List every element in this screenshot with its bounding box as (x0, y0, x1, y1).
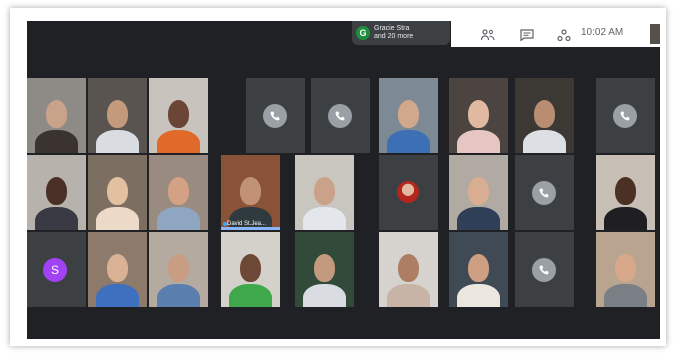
participant-body (457, 207, 500, 230)
participant-body (229, 284, 272, 307)
participant-body (303, 207, 346, 230)
participant-tile[interactable] (88, 155, 147, 230)
participant-face (168, 100, 189, 128)
presentation-chip[interactable]: G Gracie Stra and 20 more (352, 21, 450, 45)
participant-tile[interactable] (88, 232, 147, 307)
participant-tile[interactable] (515, 232, 574, 307)
participant-tile[interactable]: David St.Jea... (221, 155, 280, 230)
participant-tile[interactable] (379, 155, 438, 230)
participant-tile[interactable] (449, 78, 508, 153)
active-speaker-indicator (221, 227, 280, 230)
presenter-text: Gracie Stra and 20 more (374, 25, 413, 41)
participant-body (157, 130, 200, 153)
meet-window: G Gracie Stra and 20 more 10:02 AM David… (27, 21, 660, 339)
participant-tile[interactable] (449, 232, 508, 307)
participant-body (35, 207, 78, 230)
participant-body (457, 284, 500, 307)
top-bar: G Gracie Stra and 20 more 10:02 AM (27, 21, 660, 47)
phone-icon (263, 104, 287, 128)
participant-tile[interactable] (149, 78, 208, 153)
participant-face (107, 100, 128, 128)
participant-tile[interactable] (149, 232, 208, 307)
participant-body (157, 284, 200, 307)
chat-icon[interactable] (520, 28, 534, 42)
participant-face (468, 177, 489, 205)
participant-face (468, 100, 489, 128)
participant-face (615, 254, 636, 282)
presenter-avatar: G (356, 26, 370, 40)
participant-body (35, 130, 78, 153)
participant-body (96, 207, 139, 230)
participant-body (457, 130, 500, 153)
participant-face (615, 177, 636, 205)
phone-icon (532, 258, 556, 282)
participant-face (46, 177, 67, 205)
participant-tile[interactable] (515, 155, 574, 230)
presenter-line1: Gracie Stra (374, 25, 410, 32)
participant-body (604, 284, 647, 307)
participant-tile[interactable] (379, 78, 438, 153)
participant-avatar: S (43, 258, 67, 282)
phone-icon (532, 181, 556, 205)
participant-face (240, 177, 261, 205)
participant-tile[interactable] (596, 232, 655, 307)
participant-body (387, 284, 430, 307)
participant-tile[interactable] (149, 155, 208, 230)
participant-face (107, 177, 128, 205)
participant-tile[interactable] (295, 232, 354, 307)
call-controls: 10:02 AM (451, 21, 660, 47)
phone-icon (328, 104, 352, 128)
participant-tile[interactable] (221, 232, 280, 307)
participant-tile[interactable] (515, 78, 574, 153)
participant-face (314, 254, 335, 282)
participant-body (96, 284, 139, 307)
participant-face (46, 100, 67, 128)
participant-tile[interactable] (246, 78, 305, 153)
participant-face (168, 254, 189, 282)
participant-face (107, 254, 128, 282)
participant-face (398, 100, 419, 128)
participant-face (534, 100, 555, 128)
participant-tile[interactable] (596, 78, 655, 153)
phone-icon (613, 104, 637, 128)
self-view-thumbnail[interactable] (650, 24, 660, 44)
participant-body (303, 284, 346, 307)
participant-body (96, 130, 139, 153)
bottom-bar (27, 309, 660, 339)
participant-tile[interactable] (311, 78, 370, 153)
participant-tile[interactable] (379, 232, 438, 307)
participant-grid: David St.Jea... S (27, 78, 660, 309)
people-icon[interactable] (480, 28, 495, 41)
participant-body (604, 207, 647, 230)
participant-tile[interactable] (596, 155, 655, 230)
participant-face (468, 254, 489, 282)
participant-body (157, 207, 200, 230)
participant-tile[interactable] (449, 155, 508, 230)
clock: 10:02 AM (581, 27, 624, 38)
participant-body (523, 130, 566, 153)
participant-face (240, 254, 261, 282)
participant-tile[interactable] (88, 78, 147, 153)
participant-tile[interactable] (27, 155, 86, 230)
activities-icon[interactable] (557, 28, 571, 42)
participant-tile[interactable] (27, 78, 86, 153)
participant-face (314, 177, 335, 205)
participant-tile[interactable] (295, 155, 354, 230)
participant-body (387, 130, 430, 153)
participant-face (168, 177, 189, 205)
participant-avatar (397, 181, 419, 203)
presenter-line2: and 20 more (374, 33, 414, 40)
participant-face (398, 254, 419, 282)
participant-tile[interactable]: S (27, 232, 86, 307)
